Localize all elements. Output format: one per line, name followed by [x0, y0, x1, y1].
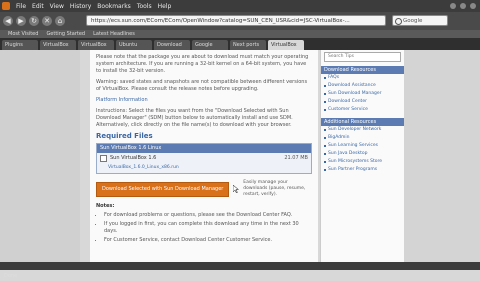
- tab-ubuntu[interactable]: Ubuntu: [116, 40, 152, 50]
- notes-title: Notes:: [96, 203, 115, 209]
- sidebar-link[interactable]: Sun Microsystems Store: [321, 158, 404, 166]
- file-size: 21.07 MB: [284, 155, 308, 161]
- sidebar-link[interactable]: Sun Partner Programs: [321, 166, 404, 174]
- tab-virtualbox-active[interactable]: VirtualBox: [268, 40, 304, 50]
- search-tips-link[interactable]: Search Tips: [324, 52, 401, 62]
- download-selected-button[interactable]: Download Selected with Sun Download Mana…: [96, 181, 230, 197]
- url-bar[interactable]: https://ecs.sun.com/ECom/ECom/OpenWindow…: [86, 15, 386, 26]
- bookmark-latest-headlines[interactable]: Latest Headlines: [93, 31, 135, 37]
- navigation-toolbar: ◀ ▶ ↻ ✕ ⌂ https://ecs.sun.com/ECom/ECom/…: [0, 12, 480, 30]
- tab-download[interactable]: Download: [154, 40, 190, 50]
- page-content: Please note that the package you are abo…: [0, 50, 480, 262]
- instructions-text: Instructions: Select the files you want …: [96, 108, 293, 128]
- reload-icon[interactable]: ↻: [29, 16, 39, 26]
- tab-plugins[interactable]: Plugins: [2, 40, 38, 50]
- search-input[interactable]: Google: [392, 15, 448, 26]
- forward-icon[interactable]: ▶: [16, 16, 26, 26]
- bookmarks-toolbar: Most Visited Getting Started Latest Head…: [0, 30, 480, 38]
- sidebar-link[interactable]: Sun Java Desktop: [321, 150, 404, 158]
- status-text: Done: [4, 273, 18, 279]
- tab-next-ports[interactable]: Next ports: [230, 40, 266, 50]
- sidebar-link[interactable]: Download Center: [321, 98, 404, 106]
- note-item: For download problems or questions, plea…: [104, 212, 312, 219]
- tab-virtualbox-1[interactable]: VirtualBox: [40, 40, 76, 50]
- tab-google[interactable]: Google: [192, 40, 228, 50]
- menu-help[interactable]: Help: [158, 3, 172, 10]
- status-bar: Done: [0, 262, 480, 279]
- minimize-icon[interactable]: [450, 3, 456, 9]
- download-row: Download Selected with Sun Download Mana…: [96, 180, 312, 198]
- menu-edit[interactable]: Edit: [32, 3, 44, 10]
- additional-resources-title: Additional Resources: [321, 118, 404, 126]
- menu-tools[interactable]: Tools: [137, 3, 152, 10]
- sidebar-link[interactable]: Customer Service: [321, 106, 404, 114]
- bookmark-most-visited[interactable]: Most Visited: [8, 31, 38, 37]
- search-icon: [395, 18, 402, 25]
- maximize-icon[interactable]: [460, 3, 466, 9]
- stop-icon[interactable]: ✕: [42, 16, 52, 26]
- warning-text: Warning: saved states and snapshots are …: [96, 79, 308, 92]
- note-item: If you logged in first, you can complete…: [104, 221, 312, 235]
- sidebar-link[interactable]: Sun Developer Network: [321, 126, 404, 134]
- sidebar-link[interactable]: Sun Download Manager: [321, 90, 404, 98]
- file-link[interactable]: VirtualBox_1.6.0_Linux_x86.run: [97, 164, 311, 173]
- main-column: Please note that the package you are abo…: [90, 50, 318, 262]
- file-table: Sun VirtualBox 1.6 Linux Sun VirtualBox …: [96, 143, 312, 174]
- back-icon[interactable]: ◀: [3, 16, 13, 26]
- home-icon[interactable]: ⌂: [55, 16, 65, 26]
- right-margin: [404, 50, 480, 262]
- firefox-icon: [2, 2, 10, 10]
- menu-history[interactable]: History: [70, 3, 91, 10]
- sidebar-link[interactable]: BigAdmin: [321, 134, 404, 142]
- left-margin: [0, 50, 80, 262]
- required-files-title: Required Files: [96, 132, 153, 140]
- search-placeholder: Google: [403, 18, 423, 24]
- menu-view[interactable]: View: [50, 3, 64, 10]
- menu-bar: File Edit View History Bookmarks Tools H…: [0, 0, 480, 12]
- menu-file[interactable]: File: [16, 3, 26, 10]
- file-checkbox[interactable]: [100, 155, 107, 162]
- intro-text: Please note that the package you are abo…: [96, 54, 309, 74]
- file-row: Sun VirtualBox 1.6 21.07 MB: [97, 153, 311, 164]
- menu-bookmarks[interactable]: Bookmarks: [97, 3, 131, 10]
- notes-section: Notes: For download problems or question…: [96, 203, 312, 244]
- platform-info-link[interactable]: Platform Information: [96, 97, 148, 103]
- sidebar-link[interactable]: Sun Learning Services: [321, 142, 404, 150]
- right-sidebar: Search Tips Download Resources FAQs Down…: [320, 50, 404, 262]
- tab-bar: Plugins VirtualBox VirtualBox Ubuntu Dow…: [0, 38, 480, 50]
- note-item: For Customer Service, contact Download C…: [104, 237, 312, 244]
- download-resources-title: Download Resources: [321, 66, 404, 74]
- sidebar-link[interactable]: FAQs: [321, 74, 404, 82]
- tab-virtualbox-2[interactable]: VirtualBox: [78, 40, 114, 50]
- download-note: Easily manage your downloads (pause, res…: [243, 180, 306, 197]
- file-name: Sun VirtualBox 1.6: [110, 155, 157, 161]
- window-controls: [450, 3, 476, 9]
- file-table-header: Sun VirtualBox 1.6 Linux: [97, 144, 311, 153]
- mouse-cursor-icon: [233, 185, 240, 193]
- bookmark-getting-started[interactable]: Getting Started: [46, 31, 85, 37]
- close-icon[interactable]: [470, 3, 476, 9]
- sidebar-link[interactable]: Download Assistance: [321, 82, 404, 90]
